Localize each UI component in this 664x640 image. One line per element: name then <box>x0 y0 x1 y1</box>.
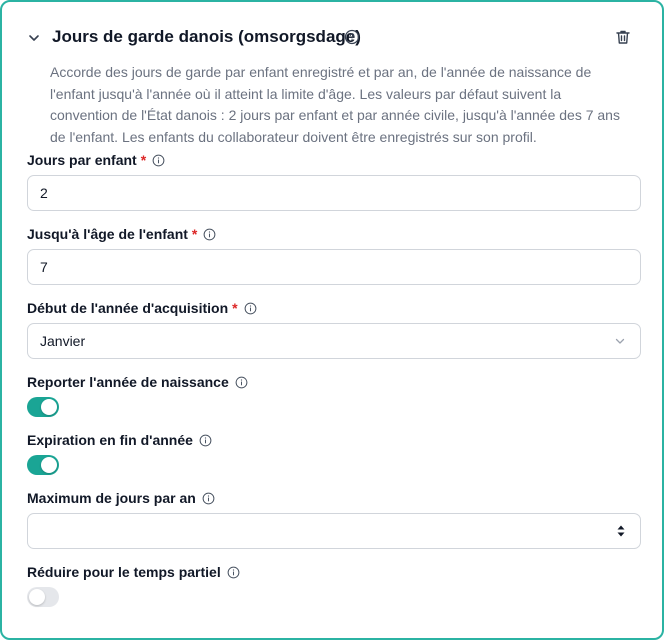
info-icon[interactable] <box>202 492 215 505</box>
acquisition-start-value: Janvier <box>40 333 86 349</box>
info-icon[interactable] <box>152 154 165 167</box>
days-per-child-label: Jours par enfant * <box>27 152 165 168</box>
spinner-arrows-icon[interactable] <box>616 523 626 539</box>
max-days-label-text: Maximum de jours par an <box>27 490 196 506</box>
required-mark: * <box>191 226 198 242</box>
reduce-part-time-toggle[interactable] <box>27 587 59 607</box>
age-limit-label-text: Jusqu'à l'âge de l'enfant <box>27 226 188 242</box>
carry-birth-year-label-text: Reporter l'année de naissance <box>27 374 229 390</box>
help-circle-icon[interactable] <box>344 29 360 45</box>
leave-rule-card: Jours de garde danois (omsorgsdage) Acco… <box>0 0 664 640</box>
max-days-input[interactable] <box>27 513 641 549</box>
required-mark: * <box>232 300 238 316</box>
toggle-knob <box>29 589 45 605</box>
section-title: Jours de garde danois (omsorgsdage) <box>52 27 361 46</box>
acquisition-start-select[interactable]: Janvier <box>27 323 641 359</box>
expire-end-of-year-label: Expiration en fin d'année <box>27 432 212 448</box>
chevron-down-icon[interactable] <box>26 30 42 46</box>
carry-birth-year-label: Reporter l'année de naissance <box>27 374 248 390</box>
section-header: Jours de garde danois (omsorgsdage) <box>26 26 640 50</box>
max-days-label: Maximum de jours par an <box>27 490 215 506</box>
toggle-knob <box>41 399 57 415</box>
info-icon[interactable] <box>203 228 216 241</box>
age-limit-value: 7 <box>40 259 48 275</box>
info-icon[interactable] <box>227 566 240 579</box>
toggle-knob <box>41 457 57 473</box>
expire-end-of-year-toggle[interactable] <box>27 455 59 475</box>
reduce-part-time-label-text: Réduire pour le temps partiel <box>27 564 221 580</box>
age-limit-label: Jusqu'à l'âge de l'enfant * <box>27 226 216 242</box>
info-icon[interactable] <box>199 434 212 447</box>
carry-birth-year-toggle[interactable] <box>27 397 59 417</box>
acquisition-start-label: Début de l'année d'acquisition * <box>27 300 257 316</box>
trash-icon[interactable] <box>614 28 632 46</box>
days-per-child-input[interactable]: 2 <box>27 175 641 211</box>
reduce-part-time-label: Réduire pour le temps partiel <box>27 564 240 580</box>
info-icon[interactable] <box>235 376 248 389</box>
expire-end-of-year-label-text: Expiration en fin d'année <box>27 432 193 448</box>
age-limit-input[interactable]: 7 <box>27 249 641 285</box>
required-mark: * <box>140 152 147 168</box>
days-per-child-label-text: Jours par enfant <box>27 152 137 168</box>
acquisition-start-label-text: Début de l'année d'acquisition <box>27 300 229 316</box>
section-description: Accorde des jours de garde par enfant en… <box>50 64 620 145</box>
days-per-child-value: 2 <box>40 185 48 201</box>
select-chevron-icon <box>615 338 625 344</box>
info-icon[interactable] <box>244 302 257 315</box>
